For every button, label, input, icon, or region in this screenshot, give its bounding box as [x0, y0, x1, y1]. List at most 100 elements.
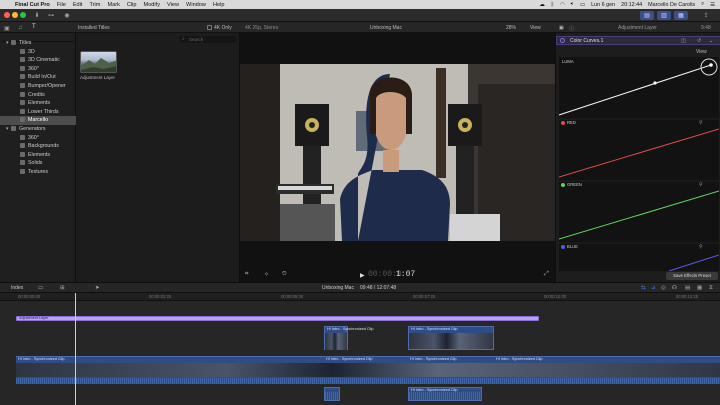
- fullscreen-icon[interactable]: ⤢: [544, 271, 549, 278]
- effect-chevron-down-icon[interactable]: ⌄: [709, 38, 713, 44]
- close-icon[interactable]: [4, 12, 10, 18]
- effect-chevron-icon[interactable]: ⌄: [597, 38, 601, 44]
- share-icon[interactable]: ⇪: [700, 11, 712, 20]
- sidebar-item[interactable]: 3D: [0, 48, 76, 57]
- solo-icon[interactable]: ◎: [661, 285, 666, 291]
- effect-enable-checkbox[interactable]: [560, 38, 565, 43]
- adjustment-layer-clip[interactable]: Adjustment Layer: [16, 316, 539, 321]
- curve-label-blue[interactable]: BLUE: [567, 244, 578, 249]
- audio-clip[interactable]: [324, 387, 340, 401]
- sidebar-item[interactable]: 360°: [0, 65, 76, 74]
- menu-modify[interactable]: Modify: [144, 2, 160, 8]
- sidebar-item[interactable]: Elements: [0, 99, 76, 108]
- minimize-icon[interactable]: [12, 12, 18, 18]
- zoom-icon[interactable]: [20, 12, 26, 18]
- adjustment-layer-thumbnail[interactable]: [80, 51, 117, 73]
- sidebar-item[interactable]: Build In/Out: [0, 73, 76, 82]
- connected-clip[interactable]: HI Intro - Synchronized Clip: [324, 326, 373, 350]
- effect-mask-icon[interactable]: ◫: [681, 38, 686, 44]
- menu-list-icon[interactable]: ☰: [710, 2, 715, 8]
- viewer-view-menu[interactable]: View: [530, 25, 541, 31]
- menu-mark[interactable]: Mark: [107, 2, 119, 8]
- audio-clip[interactable]: HI Intro - Synchronized Clip: [408, 387, 482, 401]
- skimming-icon[interactable]: ⇆: [641, 285, 646, 291]
- titles-icon[interactable]: T: [32, 24, 36, 30]
- connected-clip[interactable]: HI Intro - Synchronized Clip: [408, 326, 494, 350]
- eyedropper-icon[interactable]: ⚲: [699, 182, 703, 188]
- menu-user[interactable]: Marcello De Carolis: [648, 2, 695, 8]
- audio-skimming-icon[interactable]: ⊿: [651, 285, 656, 291]
- search-input[interactable]: Search: [179, 36, 237, 43]
- sidebar-item[interactable]: Marcello: [0, 116, 76, 125]
- menu-help[interactable]: Help: [213, 2, 225, 8]
- keyword-icon[interactable]: ⊶: [46, 11, 56, 20]
- browser-header[interactable]: Installed Titles: [78, 25, 110, 31]
- video-inspector-icon[interactable]: ▣: [559, 25, 564, 31]
- inspector-view-menu[interactable]: View: [696, 49, 707, 55]
- sidebar-item[interactable]: 360°: [0, 134, 76, 143]
- inspector-toggle-icon[interactable]: ▦: [674, 11, 688, 20]
- menu-edit[interactable]: Edit: [73, 2, 83, 8]
- append-icon[interactable]: ⊞: [60, 285, 65, 291]
- transitions-browser-icon[interactable]: ⧖: [709, 285, 713, 292]
- sidebar-item[interactable]: Solids: [0, 159, 76, 168]
- info-inspector-icon[interactable]: ⓘ: [569, 25, 574, 32]
- primary-storyline-clip[interactable]: HI Intro - Synchronized Clip HI Intro - …: [16, 356, 720, 384]
- eyedropper-icon[interactable]: ⚲: [699, 244, 703, 250]
- select-tool-icon[interactable]: ➤: [95, 285, 100, 291]
- speed-icon[interactable]: ⏲: [282, 271, 287, 278]
- folder-icon: [11, 40, 16, 46]
- play-icon[interactable]: ▶: [360, 272, 365, 279]
- search-icon[interactable]: ⌕: [701, 1, 704, 8]
- sidebar-item[interactable]: Elements: [0, 151, 76, 160]
- bluetooth-icon[interactable]: ᛒ: [551, 2, 554, 8]
- music-icon[interactable]: ♫: [18, 25, 23, 31]
- sidebar-group[interactable]: ▼ Generators: [0, 125, 76, 134]
- sidebar-group[interactable]: ▼ Titles: [0, 39, 76, 48]
- wifi-icon[interactable]: ◠: [560, 2, 565, 8]
- playhead[interactable]: [75, 293, 76, 405]
- snapping-icon[interactable]: ▭: [38, 285, 43, 291]
- browser-toggle-icon[interactable]: ▤: [640, 11, 654, 20]
- menu-file[interactable]: File: [57, 2, 66, 8]
- sidebar-item-label: Bumper/Opener: [28, 83, 66, 89]
- sidebar-item[interactable]: Bumper/Opener: [0, 82, 76, 91]
- cloud-icon[interactable]: ☁: [539, 2, 544, 8]
- menu-window[interactable]: Window: [186, 2, 206, 8]
- sidebar-item[interactable]: Textures: [0, 168, 76, 177]
- zoom-menu[interactable]: 28%: [506, 25, 516, 31]
- sidebar-item[interactable]: Lower Thirds: [0, 108, 76, 117]
- effect-reset-icon[interactable]: ↺: [697, 38, 701, 44]
- timecode[interactable]: 1:07: [396, 270, 415, 279]
- sidebar-item[interactable]: Backgrounds: [0, 142, 76, 151]
- menu-trim[interactable]: Trim: [89, 2, 100, 8]
- sidebar-item[interactable]: 3D Cinematic: [0, 56, 76, 65]
- eyedropper-icon[interactable]: ⚲: [699, 120, 703, 126]
- video-frame[interactable]: [240, 64, 555, 241]
- menu-app-name[interactable]: Final Cut Pro: [15, 2, 50, 8]
- save-effects-preset-button[interactable]: Save Effects Preset: [666, 272, 718, 280]
- curve-label-green[interactable]: GREEN: [567, 182, 582, 187]
- clip-appearance-icon[interactable]: ▤: [685, 285, 690, 291]
- curve-label-red[interactable]: RED: [567, 120, 576, 125]
- timeline-toggle-icon[interactable]: ▥: [657, 11, 671, 20]
- timeline-ruler[interactable]: 00:00:00:00 00:00:02:25 00:00:05:00 00:0…: [0, 293, 720, 301]
- menu-view[interactable]: View: [167, 2, 179, 8]
- headphones-icon[interactable]: ☊: [672, 285, 677, 291]
- index-button[interactable]: Index: [11, 285, 23, 291]
- 4k-only-checkbox[interactable]: [207, 25, 212, 30]
- curves-graph[interactable]: [559, 57, 719, 271]
- photos-icon[interactable]: ▣: [4, 25, 10, 32]
- sidebar-item[interactable]: Credits: [0, 91, 76, 100]
- menu-clip[interactable]: Clip: [127, 2, 137, 8]
- enhance-icon[interactable]: ✧: [264, 271, 269, 278]
- import-icon[interactable]: ⬇: [32, 11, 42, 20]
- effect-row[interactable]: Color Curves 1 ⌄ ◫ ↺ ⌄: [556, 36, 720, 45]
- analyze-icon[interactable]: ◉: [62, 11, 72, 20]
- menu-time[interactable]: 20:12:44: [621, 2, 642, 8]
- transform-icon[interactable]: ⌗: [245, 271, 248, 278]
- battery-icon[interactable]: ▭: [580, 2, 585, 8]
- effects-browser-icon[interactable]: ▦: [697, 285, 702, 291]
- volume-icon[interactable]: 🔈︎: [571, 1, 574, 8]
- menu-date[interactable]: Lun 6 gen: [591, 2, 615, 8]
